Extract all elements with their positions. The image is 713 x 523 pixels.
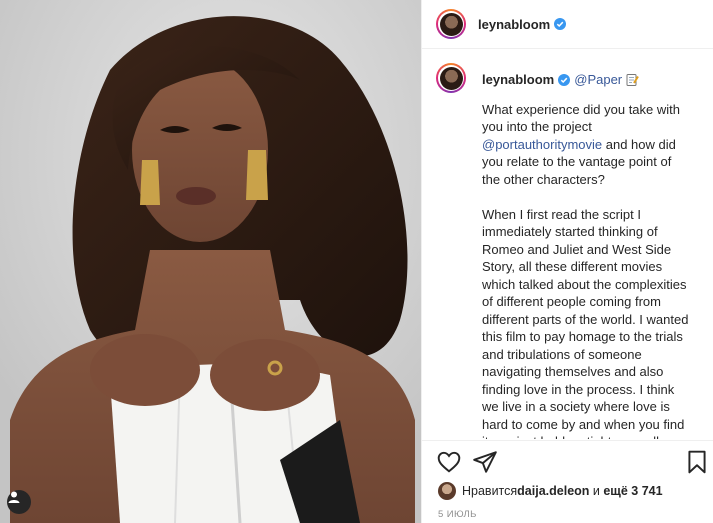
post-header: leynabloom — [422, 0, 713, 49]
likes-prefix: Нравится — [462, 484, 518, 498]
liker-avatar[interactable] — [438, 482, 456, 500]
post-photo[interactable] — [0, 0, 421, 523]
caption-text: What experience did you take with you in… — [482, 101, 692, 440]
caption-author-avatar[interactable] — [436, 63, 466, 93]
paper-mention-link[interactable]: @Paper — [574, 71, 622, 89]
user-tag-icon — [8, 491, 20, 503]
caption: leynabloom @Paper What experience did yo… — [422, 49, 713, 439]
verified-badge-icon — [554, 18, 567, 30]
likes-count[interactable]: ещё 3 741 — [603, 484, 662, 498]
memo-emoji-icon — [626, 73, 639, 86]
caption-answer: When I first read the script I immediate… — [482, 206, 689, 440]
action-bar — [422, 440, 713, 481]
caption-question-part1: What experience did you take with you in… — [482, 101, 684, 135]
post-date[interactable]: 5 ИЮЛЬ — [438, 509, 477, 520]
author-username[interactable]: leynabloom — [478, 17, 550, 32]
verified-badge-icon — [558, 73, 571, 86]
portrait-illustration — [0, 0, 421, 523]
comments-section[interactable]: leynabloom @Paper What experience did yo… — [422, 49, 713, 439]
caption-author-username[interactable]: leynabloom — [482, 71, 554, 89]
bookmark-icon[interactable] — [684, 449, 710, 475]
likes-row: Нравится daija.deleon и ещё 3 741 — [438, 482, 663, 500]
share-icon[interactable] — [472, 449, 498, 475]
user-tag-button[interactable] — [7, 490, 31, 514]
portauthority-mention-link[interactable]: @portauthoritymovie — [482, 137, 602, 152]
liker-username[interactable]: daija.deleon — [517, 484, 589, 498]
likes-mid: и — [589, 484, 604, 498]
post-sidebar: leynabloom leynabloom @Paper What experi… — [421, 0, 713, 523]
author-avatar[interactable] — [436, 9, 466, 39]
heart-icon[interactable] — [436, 449, 462, 475]
